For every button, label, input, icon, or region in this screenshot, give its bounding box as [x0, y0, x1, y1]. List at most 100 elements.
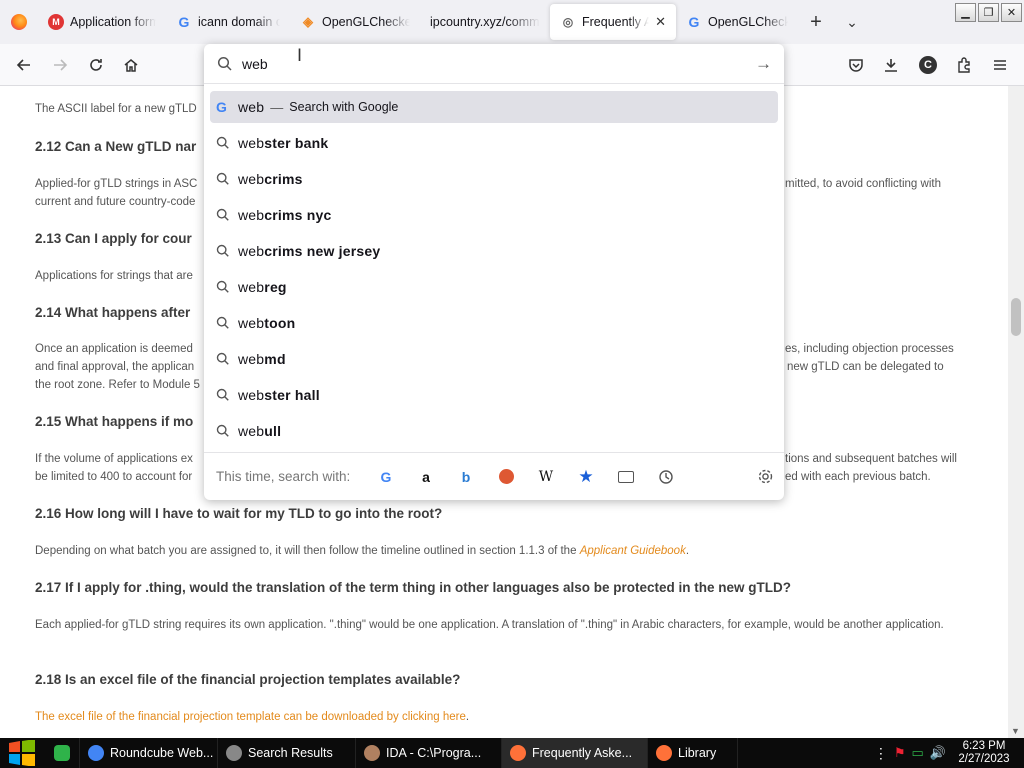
text-line: es, including objection processes — [785, 343, 954, 355]
tab-title: ipcountry.xyz/comme — [430, 15, 540, 29]
start-button[interactable] — [0, 738, 44, 768]
taskbar-window-button[interactable]: IDA - C:\Progra... — [356, 738, 502, 768]
suggestion-text: webmd — [238, 351, 286, 367]
wikipedia-icon[interactable]: W — [526, 462, 566, 492]
tab-frequently-asked[interactable]: ◎ Frequently As ✕ — [550, 4, 676, 40]
suggestion-text: web — [238, 99, 265, 115]
search-suggestion[interactable]: webcrims — [210, 163, 778, 195]
taskbar-window-list: Roundcube Web... Search Results IDA - C:\P… — [80, 738, 738, 768]
typed-part: web — [238, 279, 265, 295]
minimize-button[interactable]: ▁ — [955, 3, 976, 22]
taskbar-window-button[interactable]: Search Results — [218, 738, 356, 768]
completion-part: reg — [264, 279, 287, 295]
typed-part: web — [238, 351, 265, 367]
close-window-button[interactable]: ✕ — [1001, 3, 1022, 22]
taskbar-pinned-app[interactable] — [44, 738, 80, 768]
taskbar-window-label: Roundcube Web... — [110, 746, 214, 760]
amazon-icon[interactable]: a — [406, 462, 446, 492]
tab-openglchecker[interactable]: ◈ OpenGLChecker — [290, 4, 420, 40]
forward-arrow-icon — [54, 59, 68, 71]
window-controls: ▁ ❐ ✕ — [955, 3, 1022, 22]
search-icon — [210, 316, 238, 330]
search-suggestion[interactable]: webster hall — [210, 379, 778, 411]
ida-icon — [364, 745, 380, 761]
bing-icon[interactable]: b — [446, 462, 486, 492]
search-suggestion[interactable]: webster bank — [210, 127, 778, 159]
download-icon — [885, 59, 897, 72]
firefox-menu-icon[interactable] — [0, 0, 38, 44]
text-line: mitted, to avoid conflicting with — [785, 178, 941, 190]
urlbar[interactable]: web → — [204, 44, 784, 84]
search-suggestion[interactable]: webtoon — [210, 307, 778, 339]
search-suggestion[interactable]: webmd — [210, 343, 778, 375]
more-icon[interactable]: ⋮ — [874, 745, 888, 762]
reload-button[interactable] — [83, 52, 109, 78]
history-icon[interactable] — [646, 462, 686, 492]
tab-icann-domain[interactable]: G icann domain cre — [166, 4, 290, 40]
maximize-button[interactable]: ❐ — [978, 3, 999, 22]
search-icon — [210, 424, 238, 438]
windows-logo-icon — [9, 740, 35, 766]
heading-2-15: 2.15 What happens if mo — [35, 414, 194, 429]
applicant-guidebook-link[interactable]: Applicant Guidebook — [580, 545, 686, 557]
search-suggestion[interactable]: webreg — [210, 271, 778, 303]
tabs-icon[interactable] — [606, 462, 646, 492]
page-scrollbar[interactable]: ▼ — [1008, 86, 1024, 738]
search-suggestion[interactable]: webcrims new jersey — [210, 235, 778, 267]
flag-icon[interactable]: ⚑ — [894, 745, 906, 761]
bookmarks-icon[interactable]: ★ — [566, 462, 606, 492]
account-button[interactable]: C — [915, 52, 941, 78]
app-form-icon: M — [48, 14, 64, 30]
go-arrow-icon[interactable]: → — [755, 54, 772, 74]
typed-part: web — [238, 243, 265, 259]
forward-button[interactable] — [47, 52, 73, 78]
back-button[interactable] — [11, 52, 37, 78]
firefox-icon — [656, 745, 672, 761]
search-settings-gear-icon[interactable] — [757, 468, 774, 490]
heading-2-16: 2.16 How long will I have to wait for my… — [35, 506, 443, 521]
search-icon — [210, 388, 238, 402]
duckduckgo-icon[interactable] — [486, 462, 526, 492]
suggestion-text: webtoon — [238, 315, 295, 331]
google-icon: G — [688, 14, 700, 30]
tab-application-form[interactable]: M Application form — [38, 4, 166, 40]
scrollbar-thumb[interactable] — [1011, 298, 1021, 336]
taskbar-window-label: Frequently Aske... — [532, 746, 633, 760]
taskbar-window-button[interactable]: Library — [648, 738, 738, 768]
chrome-icon — [88, 745, 104, 761]
search-suggestion[interactable]: webcrims nyc — [210, 199, 778, 231]
home-button[interactable] — [118, 52, 144, 78]
suggestion-search-with-google[interactable]: G web — Search with Google — [210, 91, 778, 123]
completion-part: md — [264, 351, 286, 367]
volume-icon[interactable]: 🔊 — [930, 745, 946, 761]
scroll-down-arrow-icon[interactable]: ▼ — [1011, 726, 1020, 736]
tab-ipcountry[interactable]: ipcountry.xyz/comme — [420, 4, 550, 40]
taskbar-window-button[interactable]: Frequently Aske... — [502, 738, 648, 768]
system-tray: ⋮ ⚑ ▭ 🔊 6:23 PM 2/27/2023 — [874, 738, 1024, 768]
network-icon[interactable]: ▭ — [912, 745, 924, 761]
close-tab-icon[interactable]: ✕ — [655, 14, 666, 30]
heading-2-14: 2.14 What happens after — [35, 305, 191, 320]
tab-openglchecker-2[interactable]: G OpenGLChecke — [676, 4, 798, 40]
pocket-button[interactable] — [843, 52, 869, 78]
urlbar-input[interactable]: web — [242, 56, 268, 72]
tab-title: Application form — [70, 15, 156, 29]
extensions-button[interactable] — [951, 52, 977, 78]
heading-2-12: 2.12 Can a New gTLD nar — [35, 139, 197, 154]
search-suggestion[interactable]: webull — [210, 415, 778, 447]
search-with-engine-label: Search with Google — [289, 100, 399, 114]
clock[interactable]: 6:23 PM 2/27/2023 — [952, 740, 1016, 766]
search-icon — [210, 172, 238, 186]
suggestion-text: webcrims — [238, 171, 303, 187]
app-menu-button[interactable] — [987, 52, 1013, 78]
tab-title: Frequently As — [582, 15, 650, 29]
list-all-tabs-icon[interactable]: ⌄ — [834, 14, 870, 31]
google-icon: G — [216, 99, 227, 115]
text-line: ed with each previous batch. — [785, 471, 931, 483]
downloads-button[interactable] — [878, 52, 904, 78]
financial-template-download-link[interactable]: The excel file of the financial projecti… — [35, 711, 466, 723]
google-icon[interactable]: G — [366, 462, 406, 492]
completion-part: crims nyc — [264, 207, 332, 223]
taskbar-window-button[interactable]: Roundcube Web... — [80, 738, 218, 768]
new-tab-button[interactable]: + — [798, 11, 834, 34]
